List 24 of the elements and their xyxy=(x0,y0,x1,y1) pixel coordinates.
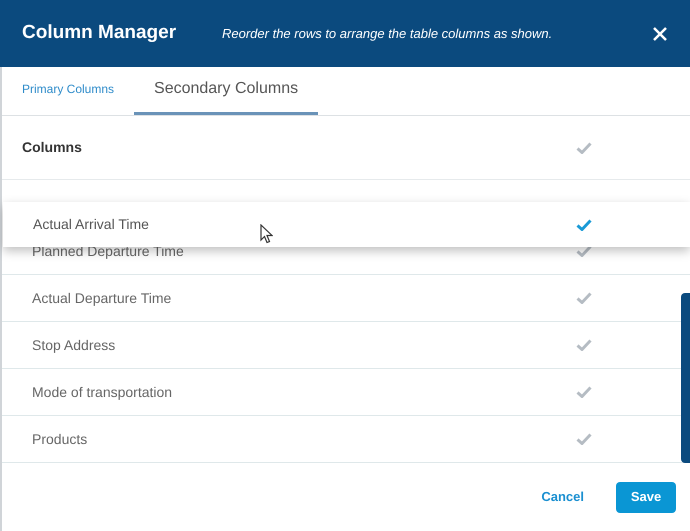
column-label: Actual Departure Time xyxy=(32,288,172,308)
column-label: Products xyxy=(32,430,88,448)
dragged-row[interactable]: Actual Arrival Time xyxy=(3,202,690,247)
close-button[interactable] xyxy=(652,26,668,42)
checkmark-icon[interactable] xyxy=(576,386,592,398)
checkmark-icon[interactable] xyxy=(576,292,592,304)
checkmark-icon[interactable] xyxy=(576,245,592,257)
tab[interactable]: Primary Columns xyxy=(22,66,114,115)
save-button[interactable]: Save xyxy=(616,482,676,512)
checkmark-icon[interactable] xyxy=(576,142,592,154)
list-header: Columns xyxy=(22,138,82,157)
column-label: Stop Address xyxy=(32,336,116,355)
dialog-hint: Reorder the rows to arrange the table columns as shown. xyxy=(222,24,554,43)
checkmark-icon[interactable] xyxy=(576,339,592,351)
checkmark-icon[interactable] xyxy=(576,218,592,230)
close-icon xyxy=(652,26,668,42)
cursor-icon xyxy=(260,224,273,244)
column-label: Actual Arrival Time xyxy=(33,215,149,234)
scrollbar[interactable] xyxy=(681,293,690,463)
dialog-title: Column Manager xyxy=(22,21,178,46)
cancel-button[interactable]: Cancel xyxy=(533,487,592,507)
column-label: Mode of transportation xyxy=(32,382,172,402)
tab[interactable]: Secondary Columns xyxy=(134,66,318,115)
checkmark-icon[interactable] xyxy=(576,433,592,445)
